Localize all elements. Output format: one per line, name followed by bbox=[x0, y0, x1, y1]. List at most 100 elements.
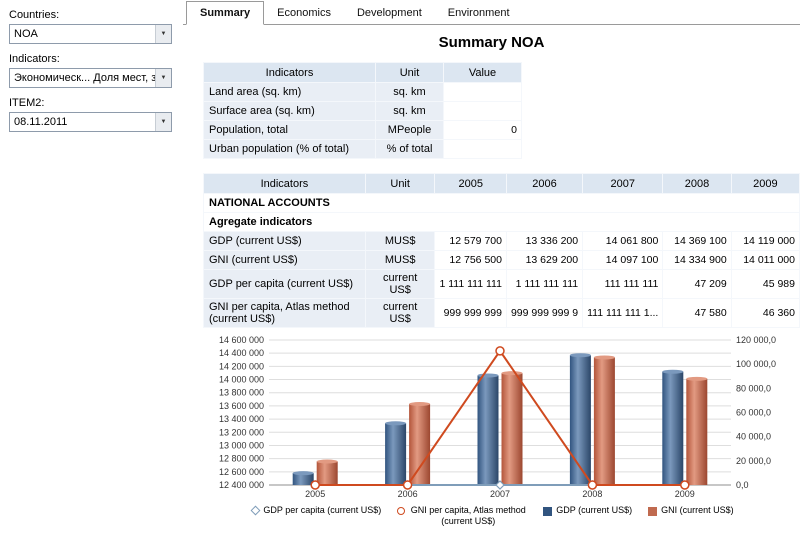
table-cell: GNI (current US$) bbox=[204, 251, 366, 270]
indicators-select-value: Экономическ... Доля мест, з... (1374) bbox=[14, 72, 155, 84]
table-cell: 12 579 700 bbox=[435, 232, 506, 251]
svg-text:20 000,0: 20 000,0 bbox=[736, 456, 771, 466]
svg-text:14 600 000: 14 600 000 bbox=[219, 335, 264, 345]
table-row: Urban population (% of total)% of total bbox=[204, 140, 522, 159]
svg-text:2006: 2006 bbox=[398, 489, 418, 499]
legend-item[interactable]: GDP per capita (current US$) bbox=[252, 505, 381, 516]
table-cell: 47 580 bbox=[663, 299, 731, 328]
svg-text:14 400 000: 14 400 000 bbox=[219, 348, 264, 358]
sidebar: Countries: NOA ▼ Indicators: Экономическ… bbox=[0, 0, 183, 535]
legend-label: GNI per capita, Atlas method (current US… bbox=[409, 505, 527, 527]
indicators-select[interactable]: Экономическ... Доля мест, з... (1374) ▼ bbox=[9, 68, 172, 88]
column-header: 2005 bbox=[435, 174, 506, 194]
column-header: Indicators bbox=[204, 174, 366, 194]
table-cell: % of total bbox=[376, 140, 444, 159]
svg-text:120 000,0: 120 000,0 bbox=[736, 335, 776, 345]
table-cell: 1 111 111 111 bbox=[506, 270, 582, 299]
chart-legend: GDP per capita (current US$) GNI per capi… bbox=[197, 505, 789, 527]
legend-item[interactable]: GNI per capita, Atlas method (current US… bbox=[397, 505, 527, 527]
svg-text:2008: 2008 bbox=[582, 489, 602, 499]
column-header: 2009 bbox=[731, 174, 799, 194]
table-cell: 14 119 000 bbox=[731, 232, 799, 251]
table-cell: GDP (current US$) bbox=[204, 232, 366, 251]
table-cell: Urban population (% of total) bbox=[204, 140, 376, 159]
column-header: 2007 bbox=[583, 174, 663, 194]
table-row: GDP (current US$)MUS$12 579 70013 336 20… bbox=[204, 232, 800, 251]
table-cell: Surface area (sq. km) bbox=[204, 102, 376, 121]
svg-text:2007: 2007 bbox=[490, 489, 510, 499]
table-row: Agregate indicators bbox=[204, 213, 800, 232]
svg-text:14 000 000: 14 000 000 bbox=[219, 375, 264, 385]
table-cell: 111 111 111 bbox=[583, 270, 663, 299]
table-row: GDP per capita (current US$)current US$1… bbox=[204, 270, 800, 299]
svg-text:80 000,0: 80 000,0 bbox=[736, 383, 771, 393]
dropdown-arrow-icon: ▼ bbox=[155, 69, 171, 87]
tab-summary[interactable]: Summary bbox=[186, 1, 264, 25]
table-cell: GNI per capita, Atlas method (current US… bbox=[204, 299, 366, 328]
square-marker-icon bbox=[543, 507, 552, 516]
indicator-years-table: IndicatorsUnit20052006200720082009NATION… bbox=[203, 173, 800, 328]
dropdown-arrow-icon: ▼ bbox=[155, 113, 171, 131]
table-row: GNI (current US$)MUS$12 756 50013 629 20… bbox=[204, 251, 800, 270]
table-cell bbox=[444, 102, 522, 121]
legend-item[interactable]: GDP (current US$) bbox=[543, 505, 632, 516]
table-cell: 999 999 999 bbox=[435, 299, 506, 328]
table-cell: 14 097 100 bbox=[583, 251, 663, 270]
table-cell: MUS$ bbox=[365, 251, 435, 270]
table-row: Land area (sq. km)sq. km bbox=[204, 83, 522, 102]
diamond-marker-icon bbox=[251, 506, 261, 516]
svg-text:13 400 000: 13 400 000 bbox=[219, 414, 264, 424]
legend-label: GDP (current US$) bbox=[556, 505, 632, 516]
table-cell: GDP per capita (current US$) bbox=[204, 270, 366, 299]
indicators-label: Indicators: bbox=[9, 53, 174, 65]
item2-label: ITEM2: bbox=[9, 97, 174, 109]
circle-marker-icon bbox=[397, 507, 405, 515]
svg-text:12 800 000: 12 800 000 bbox=[219, 454, 264, 464]
item2-select[interactable]: 08.11.2011 ▼ bbox=[9, 112, 172, 132]
table-cell bbox=[444, 83, 522, 102]
table-cell: 45 989 bbox=[731, 270, 799, 299]
table-cell: Population, total bbox=[204, 121, 376, 140]
dropdown-arrow-icon: ▼ bbox=[155, 25, 171, 43]
table-row: GNI per capita, Atlas method (current US… bbox=[204, 299, 800, 328]
tab-development[interactable]: Development bbox=[344, 2, 435, 24]
column-header: Unit bbox=[376, 63, 444, 83]
table-cell: 0 bbox=[444, 121, 522, 140]
svg-text:2009: 2009 bbox=[675, 489, 695, 499]
legend-item[interactable]: GNI (current US$) bbox=[648, 505, 734, 516]
svg-text:0,0: 0,0 bbox=[736, 480, 749, 490]
table-cell: 47 209 bbox=[663, 270, 731, 299]
summary-chart: 12 400 00012 600 00012 800 00013 000 000… bbox=[197, 334, 789, 499]
table-cell: 46 360 bbox=[731, 299, 799, 328]
table-cell: 1 111 111 111 bbox=[435, 270, 506, 299]
table-cell: 999 999 999 9 bbox=[506, 299, 582, 328]
svg-text:40 000,0: 40 000,0 bbox=[736, 432, 771, 442]
svg-text:12 400 000: 12 400 000 bbox=[219, 480, 264, 490]
table-cell: current US$ bbox=[365, 270, 435, 299]
countries-select[interactable]: NOA ▼ bbox=[9, 24, 172, 44]
column-header: Value bbox=[444, 63, 522, 83]
table-cell: Land area (sq. km) bbox=[204, 83, 376, 102]
svg-text:13 200 000: 13 200 000 bbox=[219, 427, 264, 437]
tab-environment[interactable]: Environment bbox=[435, 2, 523, 24]
svg-text:60 000,0: 60 000,0 bbox=[736, 408, 771, 418]
table-cell: 13 336 200 bbox=[506, 232, 582, 251]
column-header: Unit bbox=[365, 174, 435, 194]
app-window: Countries: NOA ▼ Indicators: Экономическ… bbox=[0, 0, 800, 535]
square-marker-icon bbox=[648, 507, 657, 516]
table-cell: 12 756 500 bbox=[435, 251, 506, 270]
chart-area: 12 400 00012 600 00012 800 00013 000 000… bbox=[197, 334, 789, 527]
svg-text:13 600 000: 13 600 000 bbox=[219, 401, 264, 411]
table-cell: MPeople bbox=[376, 121, 444, 140]
indicator-value-table: IndicatorsUnitValueLand area (sq. km)sq.… bbox=[203, 62, 522, 159]
table-cell: 13 629 200 bbox=[506, 251, 582, 270]
countries-label: Countries: bbox=[9, 9, 174, 21]
svg-text:100 000,0: 100 000,0 bbox=[736, 359, 776, 369]
table-cell: 14 334 900 bbox=[663, 251, 731, 270]
svg-text:14 200 000: 14 200 000 bbox=[219, 361, 264, 371]
table-cell: 111 111 111 1... bbox=[583, 299, 663, 328]
tab-economics[interactable]: Economics bbox=[264, 2, 344, 24]
table-cell: NATIONAL ACCOUNTS bbox=[204, 194, 800, 213]
column-header: Indicators bbox=[204, 63, 376, 83]
svg-text:13 000 000: 13 000 000 bbox=[219, 440, 264, 450]
